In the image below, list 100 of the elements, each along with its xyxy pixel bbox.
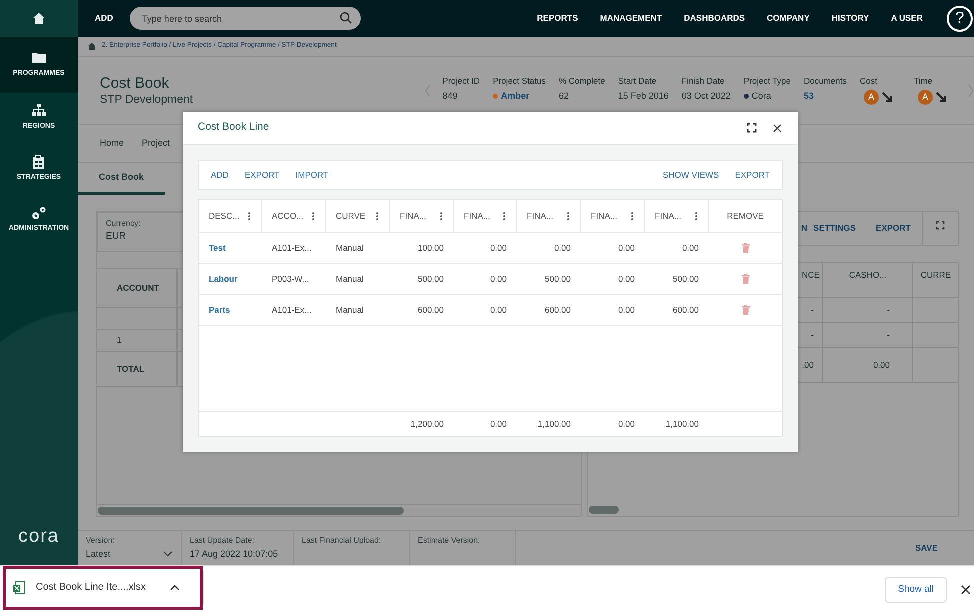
menu-item[interactable]: HISTORY xyxy=(832,12,870,25)
caret-up-icon[interactable] xyxy=(170,584,180,591)
table-cell: 1 xyxy=(117,334,122,347)
table-cell: A101-Ex... xyxy=(272,242,312,254)
kebab-menu-icon[interactable] xyxy=(631,212,634,220)
column-header[interactable]: FINA... xyxy=(464,210,490,222)
rag-badge: A xyxy=(864,90,879,105)
description-link[interactable]: Parts xyxy=(209,304,230,316)
expand-icon[interactable] xyxy=(936,221,945,230)
save-button[interactable]: SAVE xyxy=(877,531,974,565)
help-button[interactable]: ? xyxy=(947,6,973,32)
scrollbar-thumb[interactable] xyxy=(589,506,619,514)
table-cell: 500.00 xyxy=(673,272,699,286)
scrollbar-thumb[interactable] xyxy=(98,506,404,514)
table-cell: 600.00 xyxy=(418,304,444,316)
table-cell: 0.00 xyxy=(490,304,507,316)
add-button[interactable]: ADD xyxy=(94,11,114,26)
kebab-menu-icon[interactable] xyxy=(312,212,315,220)
toolbar-link[interactable]: EXPORT xyxy=(244,168,280,182)
download-item[interactable]: Cost Book Line Ite....xlsx xyxy=(3,566,203,610)
menu-item[interactable]: DASHBOARDS xyxy=(684,12,746,25)
table-cell: 0.00 xyxy=(682,242,699,254)
menu-item[interactable]: MANAGEMENT xyxy=(600,12,662,25)
column-header[interactable]: FINA... xyxy=(527,210,554,222)
table-cell: - xyxy=(887,304,890,316)
field-value: 17 Aug 2022 10:07:05 xyxy=(190,548,280,561)
tab[interactable]: Cost Book xyxy=(78,163,165,195)
search-field[interactable]: Type here to search xyxy=(130,7,362,30)
clipboard-icon xyxy=(31,155,47,170)
field-label: Currency: xyxy=(106,218,142,230)
kebab-menu-icon[interactable] xyxy=(376,212,379,220)
maximize-button[interactable] xyxy=(747,123,757,133)
total-label: TOTAL xyxy=(117,362,145,376)
tab[interactable]: Project xyxy=(133,136,180,150)
menu-item[interactable]: COMPANY xyxy=(767,12,810,25)
close-icon xyxy=(773,124,782,132)
table-cell: 0.00 xyxy=(490,242,507,254)
toolbar-link[interactable]: SETTINGS xyxy=(814,222,856,235)
toolbar-link[interactable]: EXPORT xyxy=(876,222,911,235)
kebab-menu-icon[interactable] xyxy=(503,212,506,220)
toolbar-link[interactable]: EXPORT xyxy=(735,168,770,182)
column-header[interactable]: FINA... xyxy=(400,210,426,222)
toolbar-link[interactable]: SHOW VIEWS xyxy=(663,168,720,182)
column-header[interactable]: FINA... xyxy=(591,210,618,222)
field-label: Documents xyxy=(804,75,847,88)
kebab-menu-icon[interactable] xyxy=(567,212,570,220)
page-title: Cost Book xyxy=(100,75,170,92)
toolbar-link[interactable]: IMPORT xyxy=(296,168,329,182)
rag-badge: A xyxy=(918,90,933,105)
trash-icon xyxy=(742,274,750,284)
column-header[interactable]: ACCO... xyxy=(272,210,304,222)
field-value: 849 xyxy=(442,90,458,103)
version-select[interactable]: Latest xyxy=(86,548,173,561)
close-icon xyxy=(961,585,971,595)
field-label: Last Financial Upload: xyxy=(302,535,382,547)
field-label: Last Update Date: xyxy=(190,535,256,547)
close-button[interactable] xyxy=(773,124,782,132)
total-cell: 1,100.00 xyxy=(538,418,571,430)
column-header[interactable]: FINA... xyxy=(655,210,682,222)
field-label: Time xyxy=(914,75,934,88)
trend-arrow-icon xyxy=(936,92,947,103)
field-label: Start Date xyxy=(618,75,658,88)
table-cell: Manual xyxy=(336,242,364,254)
show-all-button[interactable]: Show all xyxy=(885,576,947,604)
field-value: Cora xyxy=(752,90,772,103)
documents-link[interactable]: 53 xyxy=(804,90,814,104)
home-icon[interactable] xyxy=(32,12,46,25)
home-icon[interactable] xyxy=(88,43,96,50)
page-subtitle: STP Development xyxy=(100,93,194,108)
description-link[interactable]: Labour xyxy=(209,272,238,286)
close-button[interactable] xyxy=(959,583,973,597)
table-cell: Manual xyxy=(336,272,364,286)
field-label: Finish Date xyxy=(682,75,726,88)
description-link[interactable]: Test xyxy=(209,242,226,254)
gears-icon xyxy=(31,206,47,220)
table-cell: 600.00 xyxy=(545,304,571,316)
status-link[interactable]: Amber xyxy=(501,90,530,104)
toolbar-link[interactable]: N xyxy=(801,222,808,235)
column-header[interactable]: CURVE xyxy=(336,210,366,222)
field-value: 15 Feb 2016 xyxy=(618,90,669,103)
table-cell: 0.00 xyxy=(873,358,890,372)
chevron-down-icon xyxy=(163,551,173,558)
tab[interactable]: Home xyxy=(91,136,134,150)
column-header: REMOVE xyxy=(727,210,764,222)
field-value: 03 Oct 2022 xyxy=(682,90,731,103)
table-cell: A101-Ex... xyxy=(272,304,312,316)
kebab-menu-icon[interactable] xyxy=(248,212,251,220)
toolbar-link[interactable]: ADD xyxy=(211,168,229,182)
trash-icon xyxy=(742,305,750,315)
trash-icon xyxy=(742,243,750,253)
cora-logo: cora xyxy=(18,524,60,548)
menu-item[interactable]: A USER xyxy=(891,12,923,25)
kebab-menu-icon[interactable] xyxy=(695,212,698,220)
kebab-menu-icon[interactable] xyxy=(440,212,443,220)
column-header[interactable]: DESC... xyxy=(209,210,240,222)
menu-item[interactable]: REPORTS xyxy=(537,12,578,25)
table-cell: 0.00 xyxy=(618,304,635,316)
table-cell: 0.00 xyxy=(554,242,571,254)
table-cell: 0.00 xyxy=(618,242,635,254)
table-cell: 500.00 xyxy=(418,272,444,286)
